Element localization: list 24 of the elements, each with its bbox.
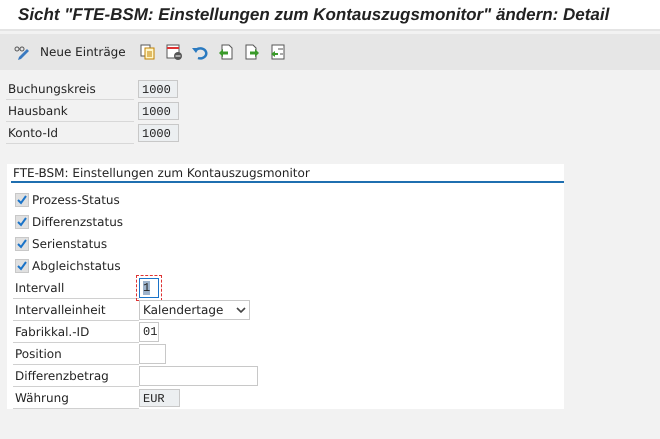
field-label: Buchungskreis: [6, 78, 134, 100]
readonly-field: 1000: [138, 124, 179, 142]
readonly-field: 1000: [138, 102, 179, 120]
field-label: Hausbank: [6, 100, 134, 122]
checkbox[interactable]: [15, 259, 29, 273]
group-title: FTE-BSM: Einstellungen zum Kontauszugsmonitor: [11, 164, 564, 183]
dropdown[interactable]: Kalendertage: [139, 300, 250, 320]
window-title: Sicht "FTE-BSM: Einstellungen zum Kontauszugsmonitor" ändern: Detail: [18, 4, 610, 24]
checkbox-label: Differenzstatus: [32, 215, 124, 229]
readonly-field: EUR: [139, 389, 180, 407]
new-entries-button[interactable]: Neue Einträge: [10, 41, 134, 63]
input-field[interactable]: 1: [139, 278, 159, 298]
checkbox[interactable]: [15, 237, 29, 251]
input-field[interactable]: 01: [139, 322, 159, 342]
checkbox-label: Abgleichstatus: [32, 259, 121, 273]
checkbox[interactable]: [15, 193, 29, 207]
input-field[interactable]: [139, 366, 258, 386]
field-label: Konto-Id: [6, 122, 134, 144]
checkbox-label: Prozess-Status: [32, 193, 120, 207]
chevron-down-icon: [236, 307, 246, 313]
checkbox[interactable]: [15, 215, 29, 229]
input-field[interactable]: [139, 344, 166, 364]
readonly-field: 1000: [138, 80, 178, 98]
checkbox-label: Serienstatus: [32, 237, 108, 251]
